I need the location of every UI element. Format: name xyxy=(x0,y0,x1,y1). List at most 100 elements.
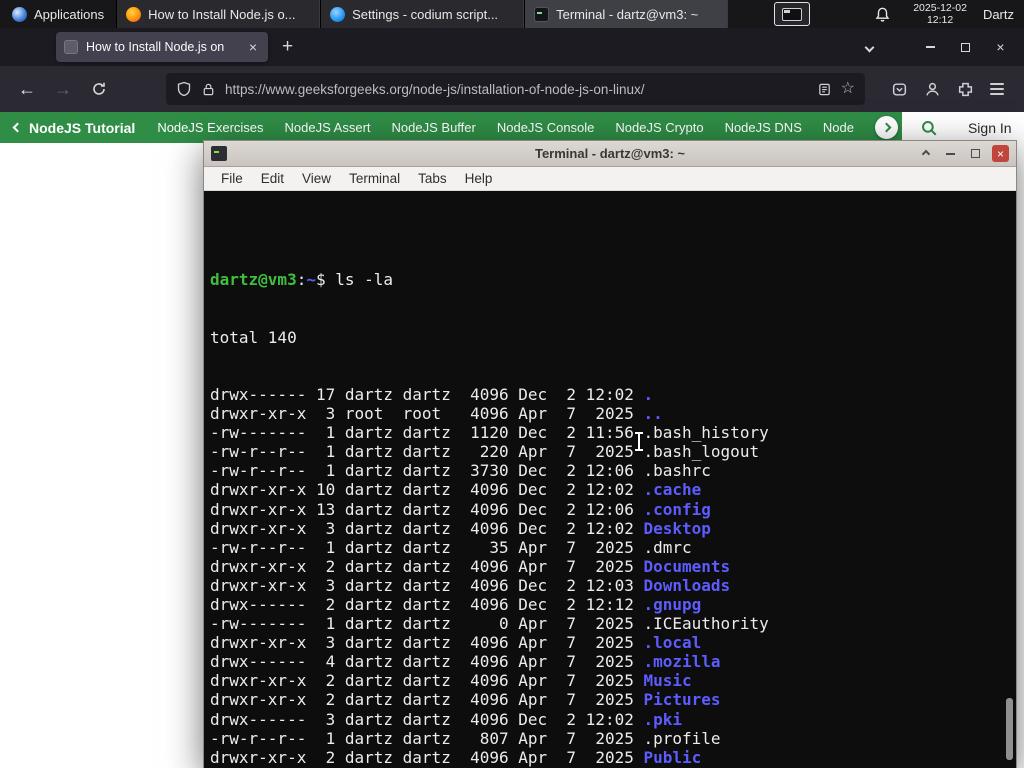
browser-minimize-button[interactable] xyxy=(913,33,948,61)
terminal-line: drwxr-xr-x 13 dartz dartz 4096 Dec 2 12:… xyxy=(210,499,711,519)
terminal-line: drwx------ 2 dartz dartz 4096 Dec 2 12:1… xyxy=(210,594,702,614)
terminal-line: drwx------ 3 dartz dartz 4096 Dec 2 12:0… xyxy=(210,709,683,729)
taskbar-window-title: Terminal - dartz@vm3: ~ xyxy=(556,6,699,22)
nav-item[interactable]: Node xyxy=(823,120,854,135)
terminal-title-icon xyxy=(211,146,227,161)
taskbar-window-terminal[interactable]: Terminal - dartz@vm3: ~ xyxy=(524,0,729,28)
site-nav-right: Sign In xyxy=(901,112,1024,143)
back-button[interactable]: ← xyxy=(12,74,42,104)
menu-tabs[interactable]: Tabs xyxy=(409,169,456,188)
new-tab-button[interactable]: + xyxy=(282,36,293,58)
terminal-titlebar[interactable]: Terminal - dartz@vm3: ~ × xyxy=(204,141,1016,167)
terminal-line: drwx------ 17 dartz dartz 4096 Dec 2 12:… xyxy=(210,384,654,404)
reader-mode-icon[interactable] xyxy=(817,82,832,97)
terminal-icon xyxy=(534,6,550,22)
browser-toolbar: ← → https://www.geeksforgeeks.org/node-j… xyxy=(0,66,1024,112)
menu-icon[interactable] xyxy=(990,80,1004,98)
terminal-minimize-button[interactable] xyxy=(942,145,959,162)
nav-item[interactable]: NodeJS Console xyxy=(497,120,595,135)
lock-icon[interactable] xyxy=(201,82,216,97)
terminal-line: -rw------- 1 dartz dartz 1120 Dec 2 11:5… xyxy=(210,423,769,443)
sign-in-button[interactable]: Sign In xyxy=(968,120,1012,136)
nav-scroll-left-icon[interactable] xyxy=(0,122,29,133)
tab-overflow-chevron-icon[interactable] xyxy=(864,42,875,52)
prompt-user-host: dartz@vm3 xyxy=(210,270,297,290)
prompt-separator: : xyxy=(296,270,307,290)
taskbar-window-firefox[interactable]: How to Install Node.js o... xyxy=(116,0,321,28)
terminal-line: -rw-r--r-- 1 dartz dartz 35 Apr 7 2025 .… xyxy=(210,537,692,557)
url-text[interactable]: https://www.geeksforgeeks.org/node-js/in… xyxy=(225,82,808,97)
window-controls: × xyxy=(864,33,1024,61)
tab-title: How to Install Node.js on xyxy=(86,40,225,54)
menu-terminal[interactable]: Terminal xyxy=(340,169,409,188)
site-nav-bar: NodeJS Tutorial NodeJS Exercises NodeJS … xyxy=(0,112,1024,143)
tray-terminal-glyph xyxy=(782,7,803,21)
terminal-maximize-button[interactable] xyxy=(967,145,984,162)
terminal-screen[interactable]: dartz@vm3:~$ ls -la total 140 drwx------… xyxy=(204,191,1016,768)
reload-button[interactable] xyxy=(84,74,114,104)
prompt-line: dartz@vm3:~$ ls -la xyxy=(210,270,1016,289)
menu-view[interactable]: View xyxy=(293,169,340,188)
menu-file[interactable]: File xyxy=(212,169,252,188)
browser-maximize-button[interactable] xyxy=(948,33,983,61)
terminal-line: -rw-r--r-- 1 dartz dartz 807 Apr 7 2025 … xyxy=(210,728,721,748)
terminal-menubar: File Edit View Terminal Tabs Help xyxy=(204,167,1016,191)
tracking-shield-icon[interactable] xyxy=(176,81,192,97)
terminal-window-controls: × xyxy=(917,145,1009,162)
directory-name: .cache xyxy=(643,480,702,500)
file-name: .dmrc xyxy=(643,537,692,557)
directory-name: Downloads xyxy=(643,575,731,595)
terminal-shade-button[interactable] xyxy=(917,145,934,162)
nav-item-tutorial[interactable]: NodeJS Tutorial xyxy=(29,120,135,136)
taskbar-window-list: How to Install Node.js o... Settings - c… xyxy=(116,0,729,28)
taskbar-window-codium[interactable]: Settings - codium script... xyxy=(320,0,525,28)
clock-time: 12:12 xyxy=(926,14,954,26)
codium-icon xyxy=(330,6,346,22)
prompt-command: ls -la xyxy=(325,270,394,290)
pocket-icon[interactable] xyxy=(891,81,908,98)
terminal-close-button[interactable]: × xyxy=(992,145,1009,162)
notification-bell-icon[interactable] xyxy=(862,0,903,28)
nav-item[interactable]: NodeJS Assert xyxy=(285,120,371,135)
menu-help[interactable]: Help xyxy=(456,169,502,188)
total-line: total 140 xyxy=(210,327,297,347)
terminal-line: drwxr-xr-x 2 dartz dartz 4096 Apr 7 2025… xyxy=(210,747,702,767)
terminal-line: drwxr-xr-x 2 dartz dartz 4096 Apr 7 2025… xyxy=(210,690,721,710)
browser-tab[interactable]: How to Install Node.js on × xyxy=(56,32,268,62)
file-name: .bashrc xyxy=(643,461,711,481)
tray-terminal-icon[interactable] xyxy=(774,2,811,26)
bookmark-star-icon[interactable]: ☆ xyxy=(841,81,855,97)
terminal-line: -rw-r--r-- 1 dartz dartz 3730 Dec 2 12:0… xyxy=(210,461,711,481)
directory-name: Pictures xyxy=(643,690,721,710)
nav-item[interactable]: NodeJS Exercises xyxy=(157,120,263,135)
url-bar[interactable]: https://www.geeksforgeeks.org/node-js/in… xyxy=(166,73,865,105)
directory-name: .. xyxy=(643,404,663,424)
browser-tab-bar: How to Install Node.js on × + × xyxy=(0,28,1024,66)
directory-name: Music xyxy=(643,671,692,691)
prompt-symbol: $ xyxy=(315,270,326,290)
terminal-line: drwxr-xr-x 3 dartz dartz 4096 Dec 2 12:0… xyxy=(210,575,731,595)
forward-button[interactable]: → xyxy=(48,74,78,104)
tab-close-button[interactable]: × xyxy=(246,39,260,55)
account-icon[interactable] xyxy=(924,81,941,98)
nav-scroll-right-icon[interactable] xyxy=(874,116,898,139)
panel-username: Dartz xyxy=(982,6,1014,22)
nav-item[interactable]: NodeJS Buffer xyxy=(392,120,476,135)
file-name: .profile xyxy=(643,728,721,748)
firefox-icon xyxy=(126,6,142,22)
extensions-icon[interactable] xyxy=(957,81,974,98)
terminal-line: drwxr-xr-x 2 dartz dartz 4096 Apr 7 2025… xyxy=(210,671,692,691)
directory-name: Desktop xyxy=(643,518,711,538)
panel-clock[interactable]: 2025-12-02 12:12 xyxy=(903,0,977,28)
applications-menu[interactable]: Applications xyxy=(0,0,116,28)
terminal-line: -rw------- 1 dartz dartz 0 Apr 7 2025 .I… xyxy=(210,614,769,634)
file-name: .bash_logout xyxy=(643,442,760,462)
clock-date: 2025-12-02 xyxy=(913,2,967,14)
nav-item[interactable]: NodeJS Crypto xyxy=(615,120,703,135)
search-icon[interactable] xyxy=(920,119,938,137)
terminal-line: -rw-r--r-- 1 dartz dartz 220 Apr 7 2025 … xyxy=(210,442,760,462)
menu-edit[interactable]: Edit xyxy=(252,169,293,188)
browser-close-button[interactable]: × xyxy=(983,33,1018,61)
nav-item[interactable]: NodeJS DNS xyxy=(725,120,802,135)
terminal-scrollbar-thumb[interactable] xyxy=(1006,698,1013,760)
